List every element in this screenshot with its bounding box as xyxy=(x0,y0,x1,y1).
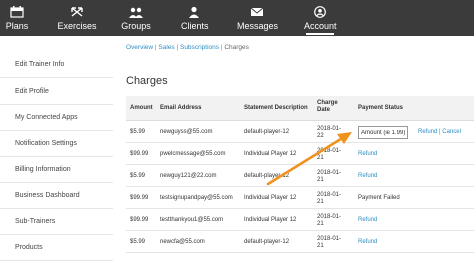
cell-statement: Individual Player 12 xyxy=(244,217,297,223)
top-navbar: Plans Exercises Groups Clients Messages … xyxy=(0,0,474,36)
nav-label: Groups xyxy=(121,21,151,31)
cell-charge-date-line2: 22 xyxy=(317,133,324,139)
cell-charge-date-line1: 2018-01- xyxy=(317,236,342,242)
cell-charge-date-line2: 21 xyxy=(317,221,324,227)
cell-email: testsignupandpay@55.com xyxy=(160,195,233,201)
charges-table-header: Amount Email Address Statement Descripti… xyxy=(126,96,474,121)
sidebar-item-edit-trainer-info[interactable]: Edit Trainer Info xyxy=(0,52,113,78)
cell-charge-date-line2: 21 xyxy=(317,177,324,183)
cell-charge-date-line2: 21 xyxy=(317,155,324,161)
table-row: $5.99 newguyss@55.com default-player-12 … xyxy=(126,122,474,143)
arrows-icon xyxy=(71,7,83,17)
cell-charge-date: 2018-01- 21 xyxy=(317,148,341,162)
column-header-payment-status: Payment Status xyxy=(358,105,404,111)
account-icon xyxy=(314,6,326,18)
cell-charge-date: 2018-01- 21 xyxy=(317,192,341,206)
cell-charge-date-line1: 2018-01- xyxy=(317,126,342,132)
calendar-icon xyxy=(10,6,24,18)
cell-charge-date: 2018-01- 21 xyxy=(317,214,341,228)
cell-amount: $5.99 xyxy=(130,239,146,245)
nav-label: Exercises xyxy=(57,21,97,31)
refund-link[interactable]: Refund xyxy=(358,217,377,223)
envelope-icon xyxy=(250,7,264,16)
refund-amount-input[interactable] xyxy=(358,126,408,139)
column-header-charge-date-line2: Date xyxy=(317,107,331,113)
cell-charge-date-line1: 2018-01- xyxy=(317,214,342,220)
column-header-amount: Amount xyxy=(130,105,153,111)
breadcrumb-current: Charges xyxy=(224,44,249,51)
cell-email: testthankyou1@55.com xyxy=(160,217,224,223)
nav-clients[interactable]: Clients xyxy=(181,0,209,36)
table-row: $5.99 newcfa@55.com default-player-12 20… xyxy=(126,232,474,253)
cell-charge-date-line1: 2018-01- xyxy=(317,170,342,176)
nav-label: Clients xyxy=(181,21,209,31)
group-icon xyxy=(129,7,143,18)
nav-messages[interactable]: Messages xyxy=(237,0,279,36)
cell-email: newcfa@55.com xyxy=(160,239,205,245)
nav-label: Messages xyxy=(237,21,279,31)
refund-link[interactable]: Refund xyxy=(358,151,377,157)
column-header-statement: Statement Description xyxy=(244,105,308,111)
nav-label: Plans xyxy=(5,21,29,31)
cell-charge-date: 2018-01- 22 xyxy=(317,126,341,140)
sidebar-item-billing-information[interactable]: Billing Information xyxy=(0,157,113,183)
refund-link[interactable]: Refund xyxy=(358,173,377,179)
nav-exercises[interactable]: Exercises xyxy=(55,0,99,36)
breadcrumb-sales[interactable]: Sales xyxy=(158,44,174,51)
cell-charge-date: 2018-01- 21 xyxy=(317,236,341,250)
sidebar-item-edit-profile[interactable]: Edit Profile xyxy=(0,79,113,105)
payment-status-text: Payment Failed xyxy=(358,195,400,201)
cell-amount: $99.99 xyxy=(130,195,149,201)
cell-email: newguyss@55.com xyxy=(160,129,213,135)
cell-email: newguy121@22.com xyxy=(160,173,217,179)
cell-charge-date-line2: 21 xyxy=(317,243,324,249)
cell-amount: $99.99 xyxy=(130,217,149,223)
table-row: $99.99 testthankyou1@55.com Individual P… xyxy=(126,210,474,231)
row-actions: Refund | Cancel xyxy=(418,129,461,135)
cell-statement: default-player-12 xyxy=(244,173,290,179)
column-header-charge-date-line1: Charge xyxy=(317,100,338,106)
cell-statement: default-player-12 xyxy=(244,129,290,135)
nav-plans[interactable]: Plans xyxy=(4,0,30,36)
refund-link[interactable]: Refund xyxy=(418,129,437,135)
refund-link[interactable]: Refund xyxy=(358,239,377,245)
sidebar-item-sub-trainers[interactable]: Sub-Trainers xyxy=(0,209,113,235)
cell-statement: default-player-12 xyxy=(244,239,290,245)
column-header-email: Email Address xyxy=(160,105,202,111)
table-row: $99.99 testsignupandpay@55.com Individua… xyxy=(126,188,474,209)
cell-amount: $99.99 xyxy=(130,151,149,157)
cell-amount: $5.99 xyxy=(130,173,146,179)
cell-statement: Individual Player 12 xyxy=(244,151,297,157)
sidebar-item-connected-apps[interactable]: My Connected Apps xyxy=(0,105,113,131)
sidebar-item-products[interactable]: Products xyxy=(0,235,113,261)
cell-charge-date-line2: 21 xyxy=(317,199,324,205)
cancel-link[interactable]: Cancel xyxy=(442,129,461,135)
table-row: $99.99 pwelcmessage@55.com Individual Pl… xyxy=(126,144,474,165)
table-row: $5.99 newguy121@22.com default-player-12… xyxy=(126,166,474,187)
cell-amount: $5.99 xyxy=(130,129,146,135)
page-title: Charges xyxy=(126,75,168,87)
cell-statement: Individual Player 12 xyxy=(244,195,297,201)
cell-email: pwelcmessage@55.com xyxy=(160,151,226,157)
nav-groups[interactable]: Groups xyxy=(121,0,151,36)
breadcrumb: Overview | Sales | Subscriptions | Charg… xyxy=(126,44,249,51)
cell-charge-date: 2018-01- 21 xyxy=(317,170,341,184)
person-icon xyxy=(189,6,199,18)
cell-charge-date-line1: 2018-01- xyxy=(317,148,342,154)
cell-charge-date-line1: 2018-01- xyxy=(317,192,342,198)
sidebar-item-notification-settings[interactable]: Notification Settings xyxy=(0,131,113,157)
column-header-charge-date: Charge Date xyxy=(317,100,338,114)
breadcrumb-subscriptions[interactable]: Subscriptions xyxy=(180,44,219,51)
sidebar-item-business-dashboard[interactable]: Business Dashboard xyxy=(0,183,113,209)
breadcrumb-overview[interactable]: Overview xyxy=(126,44,153,51)
nav-label: Account xyxy=(304,21,337,31)
nav-account[interactable]: Account xyxy=(304,0,337,36)
